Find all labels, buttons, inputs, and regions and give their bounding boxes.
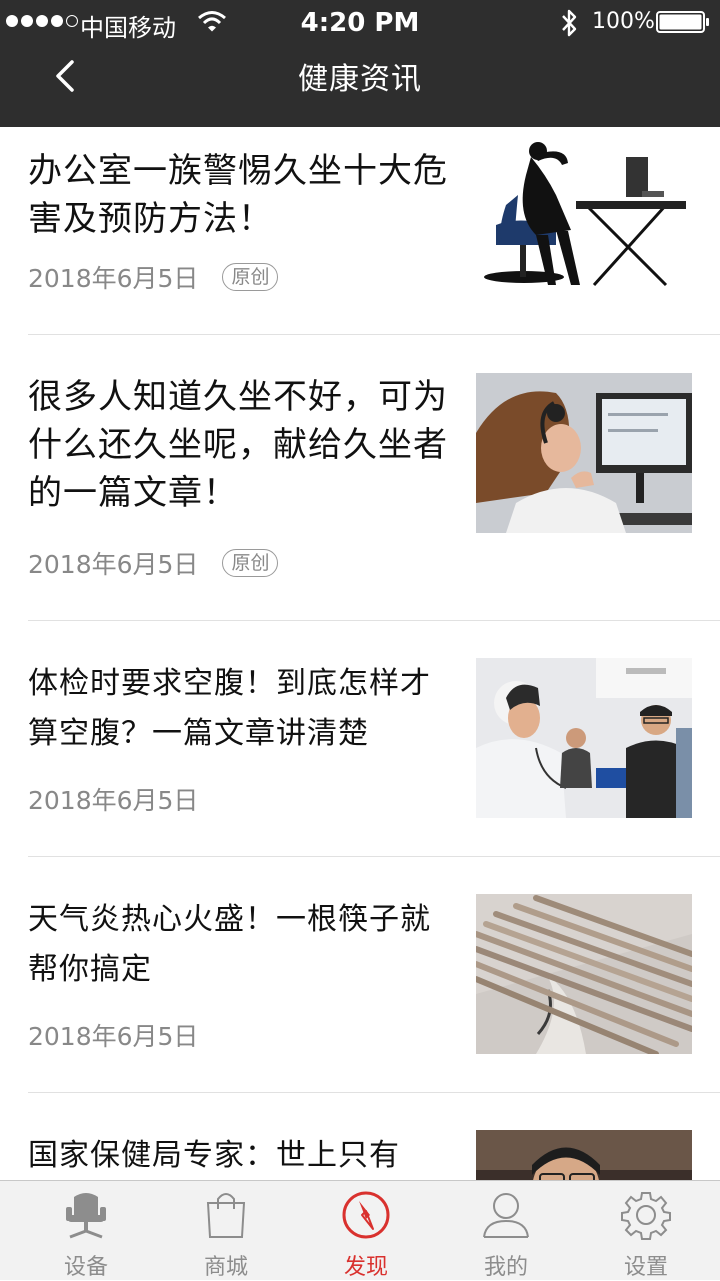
article-title[interactable]: 体检时要求空腹！到底怎样才算空腹？一篇文章讲清楚	[28, 659, 453, 759]
article-date: 2018年6月5日	[28, 264, 199, 293]
shopping-bag-icon	[206, 1193, 246, 1238]
navigation-bar: 健康资讯	[0, 44, 720, 127]
tab-label: 商城	[203, 1255, 248, 1280]
tab-device[interactable]: 设备	[14, 1181, 158, 1281]
article-item[interactable]: 很多人知道久坐不好，可为什么还久坐呢，献给久坐者的一篇文章！ 2018年6月5日…	[0, 335, 720, 621]
article-thumbnail[interactable]	[476, 1130, 692, 1180]
article-item[interactable]: 办公室一族警惕久坐十大危害及预防方法！ 2018年6月5日 原创	[0, 127, 720, 335]
article-title[interactable]: 办公室一族警惕久坐十大危害及预防方法！	[28, 147, 453, 243]
article-meta: 2018年6月5日	[28, 1017, 198, 1053]
status-bar: 中国移动 4:20 PM 100%	[0, 0, 720, 44]
article-thumbnail[interactable]	[476, 373, 692, 533]
article-item[interactable]: 国家保健局专家：世上只有	[0, 1093, 720, 1180]
gear-icon	[621, 1192, 671, 1240]
original-badge: 原创	[222, 263, 279, 291]
article-item[interactable]: 天气炎热心火盛！一根筷子就帮你搞定 2018年6月5日	[0, 857, 720, 1093]
article-date: 2018年6月5日	[28, 786, 199, 815]
article-title[interactable]: 很多人知道久坐不好，可为什么还久坐呢，献给久坐者的一篇文章！	[28, 373, 453, 517]
compass-icon	[342, 1191, 390, 1239]
header-bar: 中国移动 4:20 PM 100% 健康资讯	[0, 0, 720, 127]
article-thumbnail[interactable]	[476, 894, 692, 1054]
battery-icon	[656, 11, 709, 33]
article-date: 2018年6月5日	[28, 550, 199, 579]
tab-settings[interactable]: 设置	[574, 1181, 718, 1281]
article-meta: 2018年6月5日	[28, 781, 198, 817]
article-date: 2018年6月5日	[28, 1022, 199, 1051]
chair-icon	[66, 1193, 106, 1239]
article-title[interactable]: 国家保健局专家：世上只有	[28, 1131, 453, 1180]
original-badge: 原创	[222, 549, 279, 577]
tab-label: 设备	[63, 1255, 108, 1280]
article-item[interactable]: 体检时要求空腹！到底怎样才算空腹？一篇文章讲清楚 2018年6月5日	[0, 621, 720, 857]
article-thumbnail[interactable]	[476, 658, 692, 818]
bottom-tab-bar: 设备 商城 发现 我的 设置	[0, 1180, 720, 1280]
article-list[interactable]: 办公室一族警惕久坐十大危害及预防方法！ 2018年6月5日 原创 很多人知道久坐…	[0, 127, 720, 1180]
tab-mine[interactable]: 我的	[434, 1181, 578, 1281]
tab-discover[interactable]: 发现	[294, 1181, 438, 1281]
article-thumbnail[interactable]	[476, 135, 692, 295]
article-title[interactable]: 天气炎热心火盛！一根筷子就帮你搞定	[28, 895, 453, 995]
article-meta: 2018年6月5日 原创	[28, 545, 279, 581]
battery-percent: 100%	[592, 9, 655, 34]
tab-label: 发现	[343, 1255, 388, 1280]
page-title: 健康资讯	[298, 62, 422, 97]
tab-label: 设置	[623, 1255, 668, 1280]
tab-mall[interactable]: 商城	[154, 1181, 298, 1281]
tab-label: 我的	[483, 1255, 528, 1280]
user-icon	[483, 1193, 529, 1238]
article-meta: 2018年6月5日 原创	[28, 259, 279, 295]
bluetooth-icon	[562, 9, 577, 37]
